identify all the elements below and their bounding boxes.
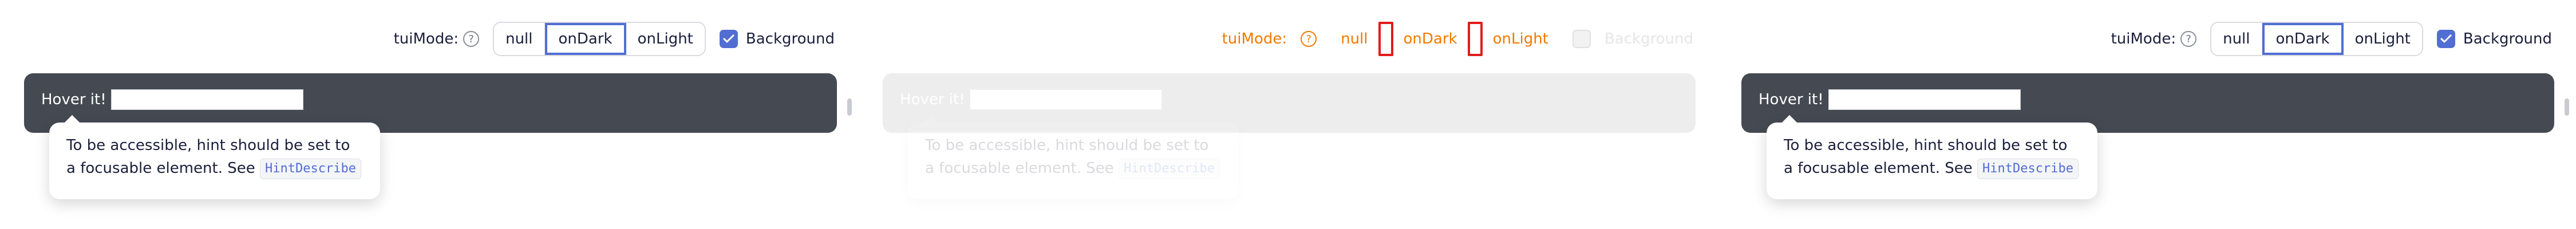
demo-panel-3: tuiMode: ? null onDark onLight Backgroun… (1717, 0, 2576, 229)
ghost-text-input (969, 89, 1162, 110)
overlay-mode-label: tuiMode: (1222, 30, 1287, 48)
tui-mode-label-3: tuiMode: (2111, 30, 2176, 48)
demo-text-input-3[interactable] (1828, 89, 2021, 110)
hint-code-link[interactable]: HintDescribe (260, 158, 361, 179)
help-icon[interactable]: ? (463, 31, 480, 47)
hint-tooltip-3: To be accessible, hint should be set to … (1767, 123, 2097, 199)
hover-row: Hover it! (41, 89, 303, 110)
overlay-focus-marker-right (1467, 22, 1483, 56)
mode-toolbar-3: tuiMode: ? null onDark onLight Backgroun… (2111, 22, 2552, 56)
overlay-mode-null: null (1341, 30, 1368, 48)
overlay-help-icon: ? (1301, 31, 1317, 47)
tui-mode-label-group: tuiMode: ? (394, 30, 480, 48)
mode-selector-3: null onDark onLight (2210, 22, 2423, 56)
check-icon (2440, 34, 2452, 43)
background-toggle-3[interactable]: Background (2436, 30, 2552, 48)
overlay-focus-marker-left (1378, 22, 1393, 56)
mode-option-null[interactable]: null (494, 23, 545, 55)
demo-panel-1: tuiMode: ? null onDark onLight Backgroun… (0, 0, 859, 229)
hover-text-3[interactable]: Hover it! (1759, 91, 1824, 108)
mode-option-null-3[interactable]: null (2211, 23, 2262, 55)
overlay-background-label: Background (1604, 30, 1693, 48)
mode-option-onlight-3[interactable]: onLight (2343, 23, 2422, 55)
background-checkbox-3[interactable] (2436, 30, 2455, 48)
overlay-background-checkbox (1572, 30, 1591, 48)
background-checkbox[interactable] (719, 30, 738, 48)
scroll-handle[interactable] (847, 98, 852, 116)
ghost-hint-tooltip: To be accessible, hint should be set to … (908, 123, 1239, 199)
mode-option-ondark-3[interactable]: onDark (2262, 23, 2344, 55)
check-icon (723, 34, 734, 43)
ghost-hover-row: Hover it! (900, 89, 1162, 110)
background-label: Background (745, 30, 835, 48)
mode-option-ondark[interactable]: onDark (544, 23, 626, 55)
overlay-mode-ondark: onDark (1403, 30, 1457, 48)
scroll-handle-3[interactable] (2565, 98, 2569, 116)
hint-tooltip: To be accessible, hint should be set to … (49, 123, 380, 199)
mode-option-onlight[interactable]: onLight (626, 23, 705, 55)
mode-selector: null onDark onLight (493, 22, 706, 56)
hover-row-3: Hover it! (1759, 89, 2021, 110)
background-label-3: Background (2463, 30, 2552, 48)
hover-text[interactable]: Hover it! (41, 91, 106, 108)
help-icon[interactable]: ? (2180, 31, 2197, 47)
ghost-hint-code: HintDescribe (1119, 158, 1220, 179)
tui-mode-label-group-3: tuiMode: ? (2111, 30, 2197, 48)
mode-toolbar: tuiMode: ? null onDark onLight Backgroun… (394, 22, 835, 56)
demo-text-input[interactable] (110, 89, 303, 110)
demo-panel-2: tuiMode: ? null onDark onLight Backgroun… (859, 0, 1717, 229)
ghost-hover-text: Hover it! (900, 91, 965, 108)
overlay-mode-selector: null onDark onLight (1330, 22, 1559, 56)
screenshot-stage: tuiMode: ? null onDark onLight Backgroun… (0, 0, 2576, 229)
overlay-toolbar: tuiMode: ? null onDark onLight Backgroun… (1222, 22, 1693, 56)
hint-code-link-3[interactable]: HintDescribe (1977, 158, 2079, 179)
background-toggle[interactable]: Background (719, 30, 835, 48)
tui-mode-label: tuiMode: (393, 30, 459, 48)
overlay-mode-onlight: onLight (1492, 30, 1548, 48)
